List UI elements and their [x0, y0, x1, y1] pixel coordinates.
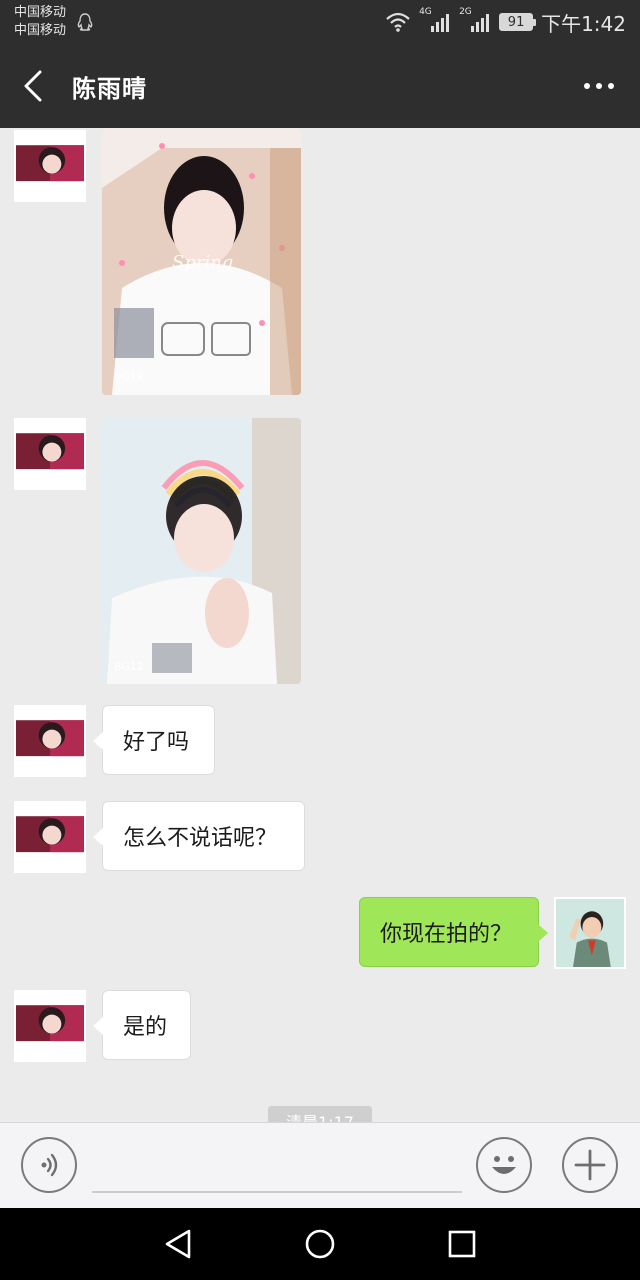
signal-1: 4G: [419, 7, 451, 33]
status-indicators: 4G 2G 91 下午1:42: [385, 7, 626, 36]
chat-messages[interactable]: Spring BG12 BG12 好了吗 怎么不说话呢？ 你现在拍的？ 是的: [0, 128, 640, 1122]
chat-header: 陈雨晴: [0, 44, 640, 128]
message-bubble[interactable]: 好了吗: [93, 705, 215, 775]
system-navigation-bar: [0, 1208, 640, 1280]
selfie-rainbow-photo-image: BG12: [102, 418, 301, 684]
plus-button[interactable]: [562, 1137, 618, 1193]
dot: [584, 83, 590, 89]
photo-message[interactable]: Spring BG12: [102, 128, 301, 395]
avatar-image: [16, 132, 84, 200]
dot: [608, 83, 614, 89]
avatar-image: [556, 899, 624, 967]
input-bar: [0, 1122, 640, 1208]
message-bubble[interactable]: 是的: [93, 990, 191, 1060]
message-text: 你现在拍的？: [380, 922, 513, 947]
signal-bars-icon: [471, 14, 490, 32]
voice-icon: [41, 1153, 58, 1177]
emoji-button[interactable]: [476, 1137, 532, 1193]
message-text: 好了吗: [123, 730, 190, 755]
my-avatar[interactable]: [554, 897, 626, 969]
avatar-image: [16, 420, 84, 488]
contact-avatar[interactable]: [14, 801, 86, 873]
avatar-image: [16, 992, 84, 1060]
photo-corner-text: BG12: [114, 370, 144, 383]
contact-avatar[interactable]: [14, 418, 86, 490]
signal-2: 2G: [459, 7, 491, 33]
carrier-labels: 中国移动 中国移动: [14, 4, 66, 40]
contact-avatar[interactable]: [14, 130, 86, 202]
nav-recents-icon[interactable]: [444, 1226, 480, 1262]
more-options-button[interactable]: [584, 78, 618, 94]
wifi-icon: [386, 12, 410, 32]
photo-message[interactable]: BG12: [102, 418, 301, 684]
nav-home-icon[interactable]: [302, 1226, 338, 1262]
battery-level: 91: [507, 14, 525, 30]
carrier-1: 中国移动: [14, 5, 67, 20]
battery-indicator: 91: [499, 13, 537, 31]
photo-watermark: Spring: [172, 252, 233, 273]
input-underline: [92, 1191, 462, 1193]
avatar-image: [16, 707, 84, 775]
clock: 下午1:42: [541, 11, 626, 36]
dot: [596, 83, 602, 89]
qq-penguin-icon: [77, 13, 93, 31]
status-bar: 中国移动 中国移动 4G 2G 91 下午1:42: [0, 0, 640, 44]
message-input[interactable]: [92, 1141, 462, 1189]
plus-icon: [574, 1149, 606, 1181]
message-text: 怎么不说话呢？: [123, 826, 278, 851]
message-text: 是的: [123, 1015, 168, 1040]
signal-bars-icon: [431, 14, 450, 32]
message-bubble[interactable]: 怎么不说话呢？: [93, 801, 305, 871]
photo-corner-text: BG12: [114, 660, 144, 673]
contact-avatar[interactable]: [14, 990, 86, 1062]
selfie-photo-image: Spring BG12: [102, 128, 301, 395]
my-message-bubble[interactable]: 你现在拍的？: [359, 897, 548, 967]
contact-avatar[interactable]: [14, 705, 86, 777]
smiley-icon: [492, 1156, 516, 1174]
timestamp-chip: 清晨1:17: [268, 1106, 372, 1122]
back-arrow-icon[interactable]: [20, 68, 50, 104]
avatar-image: [16, 803, 84, 871]
carrier-2: 中国移动: [14, 23, 67, 38]
nav-back-icon[interactable]: [161, 1226, 197, 1262]
contact-name: 陈雨晴: [72, 75, 147, 103]
voice-button[interactable]: [21, 1137, 77, 1193]
